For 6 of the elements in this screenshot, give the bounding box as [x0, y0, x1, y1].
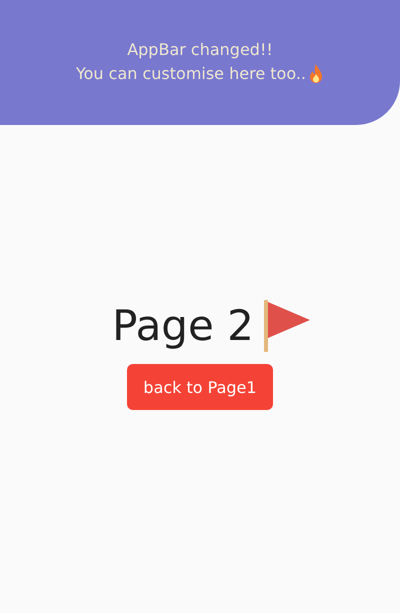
page-heading: Page 2 — [112, 300, 254, 352]
app-bar-subtitle: You can customise here too.. — [76, 63, 306, 85]
flag-icon — [264, 300, 310, 352]
fire-icon — [308, 64, 324, 84]
back-button[interactable]: back to Page1 — [127, 364, 273, 410]
app-bar-title: AppBar changed!! — [127, 39, 273, 61]
